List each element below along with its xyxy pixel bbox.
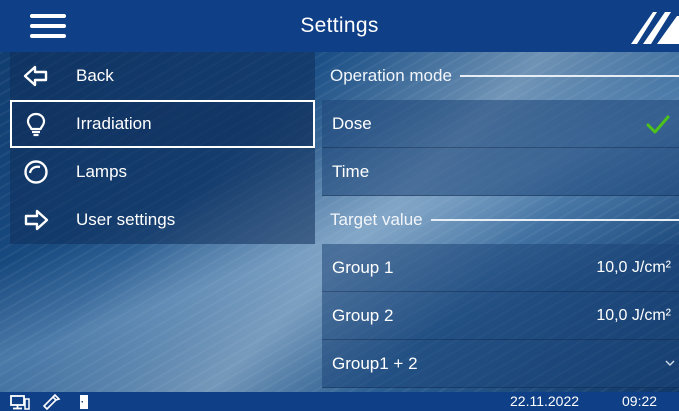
hamburger-menu-icon[interactable]: [30, 14, 66, 38]
computer-icon: [10, 394, 30, 410]
row-value: 10,0 J/cm²: [596, 258, 671, 276]
row-label: Group1 + 2: [332, 353, 418, 373]
lamp-ring-icon: [22, 158, 50, 186]
option-label: Dose: [332, 113, 372, 133]
section-divider: [459, 75, 679, 77]
brand-logo-icon: [631, 12, 679, 44]
menu-item-lamps[interactable]: Lamps: [10, 148, 315, 196]
row-value: 10,0 J/cm²: [596, 306, 671, 324]
menu-item-user-settings[interactable]: User settings: [10, 196, 315, 244]
status-time: 09:22: [622, 393, 658, 409]
option-label: Time: [332, 161, 370, 181]
menu-item-label: Irradiation: [76, 114, 152, 133]
status-bar: 22.11.2022 09:22: [0, 392, 679, 411]
chevron-down-icon[interactable]: [665, 360, 675, 366]
section-target-value: Target value: [322, 196, 679, 244]
row-label: Group 1: [332, 257, 394, 277]
header-bar: Settings: [0, 0, 679, 52]
target-row-group-1-2[interactable]: Group1 + 2: [322, 340, 679, 388]
row-label: Group 2: [332, 305, 394, 325]
menu-item-irradiation[interactable]: Irradiation: [10, 100, 315, 148]
usb-stick-icon: [42, 393, 61, 410]
page-title: Settings: [300, 14, 379, 37]
side-menu: Back Irradiation Lamps User settings: [10, 52, 315, 244]
menu-item-back[interactable]: Back: [10, 52, 315, 100]
status-date: 22.11.2022: [510, 393, 580, 409]
target-row-group-1[interactable]: Group 1 10,0 J/cm²: [322, 244, 679, 292]
section-divider: [430, 219, 679, 221]
section-operation-mode: Operation mode: [322, 52, 679, 100]
menu-item-label: Lamps: [76, 162, 128, 181]
section-heading: Target value: [330, 210, 423, 229]
settings-panel: Operation mode Dose Time Target value Gr…: [322, 52, 679, 388]
menu-item-label: User settings: [76, 210, 176, 229]
option-dose[interactable]: Dose: [322, 100, 679, 148]
checkmark-icon: [646, 115, 670, 133]
menu-item-label: Back: [76, 66, 114, 85]
door-icon: [80, 394, 88, 409]
lightbulb-icon: [22, 110, 50, 138]
arrow-left-icon: [22, 62, 50, 90]
section-heading: Operation mode: [330, 66, 452, 85]
arrow-right-icon: [22, 206, 50, 234]
target-row-group-2[interactable]: Group 2 10,0 J/cm²: [322, 292, 679, 340]
option-time[interactable]: Time: [322, 148, 679, 196]
